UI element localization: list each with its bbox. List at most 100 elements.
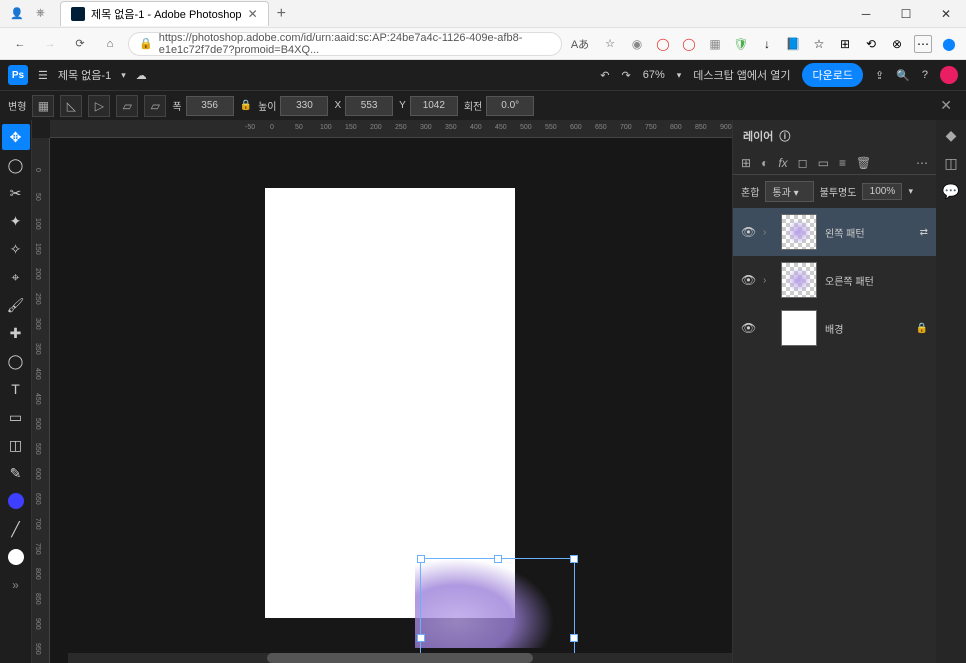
ext-icon-10[interactable]: ⟲ <box>862 35 880 53</box>
ext-icon-7[interactable]: 📘 <box>784 35 802 53</box>
ext-icon-12[interactable]: ⋯ <box>914 35 932 53</box>
layers-panel-header[interactable]: 레이어 ⓘ <box>733 120 936 152</box>
expand-icon[interactable]: › <box>763 227 773 238</box>
ext-icon-13[interactable]: ⬤ <box>940 35 958 53</box>
home-button[interactable]: ⌂ <box>98 32 122 56</box>
visibility-icon[interactable]: 👁 <box>741 321 755 335</box>
mask-icon[interactable]: ◻ <box>798 156 808 170</box>
handle-top-right[interactable] <box>570 555 578 563</box>
pen-tool[interactable]: ✎ <box>2 460 30 486</box>
canvas-viewport[interactable] <box>50 138 732 663</box>
minimize-button[interactable]: ─ <box>846 0 886 28</box>
type-tool[interactable]: T <box>2 376 30 402</box>
rail-layers-icon[interactable]: ◆ <box>942 126 960 144</box>
download-button[interactable]: 다운로드 <box>802 63 862 87</box>
toolbar-expand[interactable]: » <box>12 578 19 592</box>
ref-point-button[interactable]: ▦ <box>32 95 54 117</box>
brush-tool[interactable]: 🖌 <box>2 292 30 318</box>
avatar-icon[interactable] <box>940 66 958 84</box>
ext-icon-5[interactable]: 🛡 <box>732 35 750 53</box>
forward-button[interactable]: → <box>38 32 62 56</box>
redo-icon[interactable]: ↷ <box>621 69 630 82</box>
ext-icon-3[interactable]: ◯ <box>680 35 698 53</box>
width-input[interactable] <box>186 96 234 116</box>
ext-icon-8[interactable]: ☆ <box>810 35 828 53</box>
skew-icon-4[interactable]: ▱ <box>144 95 166 117</box>
handle-mid-left[interactable] <box>417 634 425 642</box>
handle-mid-right[interactable] <box>570 634 578 642</box>
crop-tool[interactable]: ✧ <box>2 236 30 262</box>
wand-tool[interactable]: ✦ <box>2 208 30 234</box>
open-desktop-label[interactable]: 데스크탑 앱에서 열기 <box>693 67 790 83</box>
back-button[interactable]: ← <box>8 32 32 56</box>
ext-icon-4[interactable]: ▦ <box>706 35 724 53</box>
zoom-chevron-icon[interactable]: ▾ <box>677 70 682 81</box>
share-icon[interactable]: ⇪ <box>875 69 884 82</box>
layer-fx-icon[interactable]: ⇄ <box>920 227 928 238</box>
horizontal-scrollbar[interactable] <box>68 653 732 663</box>
more-icon[interactable]: ⋯ <box>916 156 928 170</box>
photoshop-logo[interactable]: Ps <box>8 65 28 85</box>
profile-icon[interactable]: 👤 <box>10 7 24 21</box>
x-input[interactable] <box>345 96 393 116</box>
options-close-icon[interactable]: ✕ <box>934 97 958 114</box>
info-icon[interactable]: ⓘ <box>779 128 790 144</box>
layer-thumbnail[interactable] <box>781 310 817 346</box>
height-input[interactable] <box>280 96 328 116</box>
close-button[interactable]: ✕ <box>926 0 966 28</box>
group-icon[interactable]: ▭ <box>818 156 829 170</box>
ext-icon-2[interactable]: ◯ <box>654 35 672 53</box>
eyedropper-tool[interactable]: ⌖ <box>2 264 30 290</box>
chevron-down-icon[interactable]: ▾ <box>121 70 126 81</box>
opacity-chevron-icon[interactable]: ▾ <box>908 186 913 197</box>
cube-icon[interactable]: ⎈ <box>36 7 50 21</box>
gradient-tool[interactable]: ◫ <box>2 432 30 458</box>
rail-adjust-icon[interactable]: ◫ <box>942 154 960 172</box>
ext-icon-6[interactable]: ↓ <box>758 35 776 53</box>
url-input[interactable]: 🔒 https://photoshop.adobe.com/id/urn:aai… <box>128 32 562 56</box>
vertical-ruler[interactable]: 0501001502002503003504004505005506006507… <box>32 138 50 663</box>
horizontal-ruler[interactable]: -500501001502002503003504004505005506006… <box>50 120 732 138</box>
rotation-input[interactable] <box>486 96 534 116</box>
stack-icon[interactable]: ≡ <box>839 156 846 170</box>
link-icon[interactable]: 🔒 <box>240 100 252 111</box>
skew-icon-3[interactable]: ▱ <box>116 95 138 117</box>
refresh-button[interactable]: ⟳ <box>68 32 92 56</box>
visibility-icon[interactable]: 👁 <box>741 273 755 287</box>
trash-icon[interactable]: 🗑 <box>856 156 871 170</box>
layer-row[interactable]: 👁 › 왼쪽 패턴 ⇄ <box>733 208 936 256</box>
marquee-tool[interactable]: ◯ <box>2 152 30 178</box>
reader-icon[interactable]: Aあ <box>568 32 592 56</box>
spot-heal-tool[interactable]: ✚ <box>2 320 30 346</box>
expand-icon[interactable]: › <box>763 275 773 286</box>
opacity-input[interactable] <box>862 183 902 200</box>
rail-comment-icon[interactable]: 💬 <box>942 182 960 200</box>
help-icon[interactable]: ? <box>922 69 928 81</box>
hamburger-icon[interactable]: ☰ <box>38 69 48 82</box>
browser-tab[interactable]: 제목 없음-1 - Adobe Photoshop ✕ <box>60 1 269 26</box>
zoom-level[interactable]: 67% <box>643 69 665 81</box>
shape-tool[interactable]: ▭ <box>2 404 30 430</box>
transform-bounding-box[interactable] <box>420 558 575 663</box>
adjustment-icon[interactable]: ◐ <box>761 156 768 170</box>
add-layer-icon[interactable]: ⊞ <box>741 156 751 170</box>
lock-icon[interactable]: 🔒 <box>916 323 928 334</box>
cloud-icon[interactable]: ☁ <box>136 69 147 82</box>
ext-icon-11[interactable]: ⊗ <box>888 35 906 53</box>
undo-icon[interactable]: ↶ <box>600 69 609 82</box>
tab-close-icon[interactable]: ✕ <box>248 7 258 21</box>
y-input[interactable] <box>410 96 458 116</box>
fg-color[interactable] <box>2 488 30 514</box>
blend-mode-select[interactable]: 통과 ▾ <box>765 181 813 202</box>
layer-row[interactable]: 👁 › 오른쪽 패턴 <box>733 256 936 304</box>
document-title[interactable]: 제목 없음-1 <box>58 67 111 83</box>
search-icon[interactable]: 🔍 <box>896 69 910 82</box>
fx-icon[interactable]: fx <box>778 156 787 170</box>
handle-top-mid[interactable] <box>494 555 502 563</box>
maximize-button[interactable]: ☐ <box>886 0 926 28</box>
document-canvas[interactable] <box>265 188 515 618</box>
line-tool[interactable]: ╱ <box>2 516 30 542</box>
ext-icon-1[interactable]: ◉ <box>628 35 646 53</box>
lasso-tool[interactable]: ✂ <box>2 180 30 206</box>
handle-top-left[interactable] <box>417 555 425 563</box>
